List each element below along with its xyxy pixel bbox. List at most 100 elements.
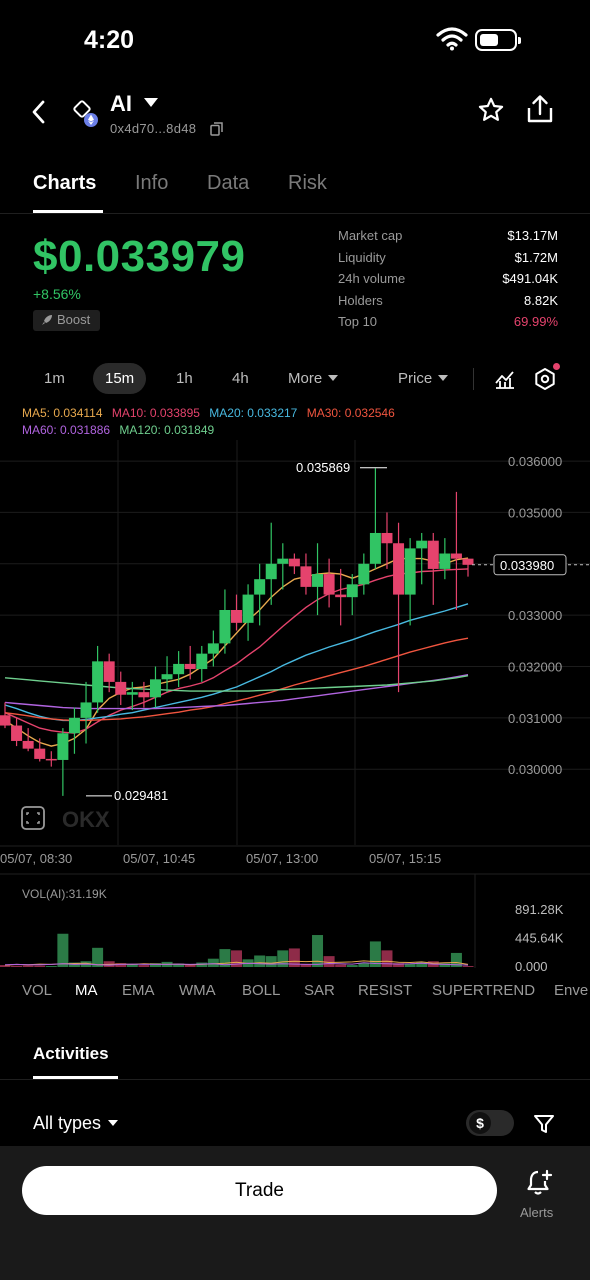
candle xyxy=(381,532,393,544)
indicator-chart-icon[interactable] xyxy=(493,367,517,391)
candle xyxy=(80,702,92,718)
bottom-bar: Trade Alerts xyxy=(0,1146,590,1280)
currency-symbol: $ xyxy=(469,1112,491,1134)
settings-hexagon-icon[interactable] xyxy=(533,367,557,391)
ind-tab-ma[interactable]: MA xyxy=(75,982,98,999)
candle xyxy=(57,733,69,760)
interval-1h[interactable]: 1h xyxy=(176,370,193,387)
x-axis-tick: 05/07, 13:00 xyxy=(246,851,318,866)
notification-dot xyxy=(553,363,560,370)
volume-axis-tick: 891.28K xyxy=(515,902,564,917)
contract-address: 0x4d70...8d48 xyxy=(110,121,197,136)
tab-data[interactable]: Data xyxy=(207,172,249,195)
divider xyxy=(0,1079,590,1080)
ind-tab-vol[interactable]: VOL xyxy=(22,982,52,999)
y-axis-tick: 0.031000 xyxy=(508,711,562,726)
candle xyxy=(300,566,312,587)
filter-icon[interactable] xyxy=(533,1113,555,1135)
candle xyxy=(207,643,219,654)
tab-risk[interactable]: Risk xyxy=(288,172,327,195)
ind-tab-supertrend[interactable]: SUPERTREND xyxy=(432,982,535,999)
currency-toggle[interactable]: $ xyxy=(466,1110,514,1136)
candle xyxy=(427,540,439,569)
stat-value: 69.99% xyxy=(513,314,558,329)
current-price-label: 0.033980 xyxy=(500,558,554,573)
tab-info[interactable]: Info xyxy=(135,172,168,195)
candle xyxy=(11,725,23,741)
ind-tab-boll[interactable]: BOLL xyxy=(242,982,280,999)
boost-label: Boost xyxy=(57,312,91,327)
ma60-legend: MA60: 0.031886 xyxy=(22,423,111,437)
status-time: 4:20 xyxy=(84,26,135,54)
y-axis-tick: 0.032000 xyxy=(508,659,562,674)
copy-icon[interactable] xyxy=(210,122,224,136)
candle xyxy=(265,563,277,580)
volume-axis-tick: 0.000 xyxy=(515,959,548,974)
indicator-tabs: VOL MA EMA WMA BOLL SAR RESIST SUPERTREN… xyxy=(0,982,590,1004)
candle xyxy=(149,679,161,698)
tab-charts[interactable]: Charts xyxy=(33,172,96,195)
ind-tab-envelope[interactable]: Enve xyxy=(554,982,588,999)
alerts-label[interactable]: Alerts xyxy=(520,1205,553,1220)
interval-4h[interactable]: 4h xyxy=(232,370,249,387)
volume-bar xyxy=(346,965,358,967)
interval-15m[interactable]: 15m xyxy=(93,363,147,394)
chevron-down-icon xyxy=(108,1120,119,1126)
trade-button[interactable]: Trade xyxy=(22,1166,497,1215)
candle xyxy=(416,540,428,549)
ma120-legend: MA120: 0.031849 xyxy=(119,423,215,437)
tab-underline xyxy=(33,210,103,213)
volume-bar xyxy=(323,956,335,967)
stat-label: Liquidity xyxy=(338,249,386,265)
candle xyxy=(288,558,300,567)
candle xyxy=(126,692,138,695)
stat-top-10: Top 10 69.99% xyxy=(338,314,558,336)
candle xyxy=(45,758,57,761)
x-axis-tick: 05/07, 15:15 xyxy=(369,851,441,866)
candle xyxy=(439,553,451,569)
bell-plus-icon[interactable] xyxy=(524,1168,554,1198)
stat-value: $491.04K xyxy=(502,271,558,286)
interval-more[interactable]: More xyxy=(288,370,339,387)
price-change: +8.56% xyxy=(33,286,81,302)
volume-bar xyxy=(381,950,393,967)
candle xyxy=(22,740,34,749)
candle xyxy=(184,663,196,670)
volume-bar xyxy=(138,965,150,967)
fullscreen-icon xyxy=(21,806,45,830)
activity-type-filter[interactable]: All types xyxy=(33,1113,119,1134)
candle xyxy=(196,653,208,670)
share-icon[interactable] xyxy=(526,94,554,124)
candle xyxy=(219,610,231,644)
stat-label: Top 10 xyxy=(338,314,378,329)
candle xyxy=(0,715,11,726)
ind-tab-wma[interactable]: WMA xyxy=(179,982,216,999)
candlestick-chart[interactable]: 0.0360000.0350000.0340000.0330000.032000… xyxy=(0,400,590,980)
volume-bar xyxy=(45,966,57,967)
candle xyxy=(346,584,358,598)
stat-label: Market cap xyxy=(338,228,403,243)
volume-bar xyxy=(22,965,34,967)
price-mode-label: Price xyxy=(398,370,433,387)
ma20-legend: MA20: 0.033217 xyxy=(209,406,298,420)
okx-watermark: OKX xyxy=(62,807,110,832)
star-icon[interactable] xyxy=(477,96,505,124)
token-stats: Market cap $13.17M Liquidity $1.72M 24h … xyxy=(338,228,558,336)
stat-label: 24h volume xyxy=(338,271,406,286)
back-arrow-icon[interactable] xyxy=(28,98,50,126)
price-chart[interactable]: 0.0360000.0350000.0340000.0330000.032000… xyxy=(0,400,590,1040)
more-label: More xyxy=(288,370,323,387)
boost-button[interactable]: Boost xyxy=(33,310,100,331)
activities-title[interactable]: Activities xyxy=(33,1044,109,1064)
ind-tab-ema[interactable]: EMA xyxy=(122,982,155,999)
interval-1m[interactable]: 1m xyxy=(44,370,65,387)
price-mode-dropdown[interactable]: Price xyxy=(398,370,449,387)
candle xyxy=(92,661,104,703)
interval-bar: 1m 15m 1h 4h More Price xyxy=(0,362,590,396)
x-axis-tick: 05/07, 08:30 xyxy=(0,851,72,866)
ind-tab-resist[interactable]: RESIST xyxy=(358,982,412,999)
ind-tab-sar[interactable]: SAR xyxy=(304,982,335,999)
ma-legend-row-1: MA5: 0.034114 MA10: 0.033895 MA20: 0.033… xyxy=(22,406,395,420)
chevron-down-icon[interactable] xyxy=(144,98,158,107)
token-name[interactable]: AI xyxy=(110,91,132,117)
